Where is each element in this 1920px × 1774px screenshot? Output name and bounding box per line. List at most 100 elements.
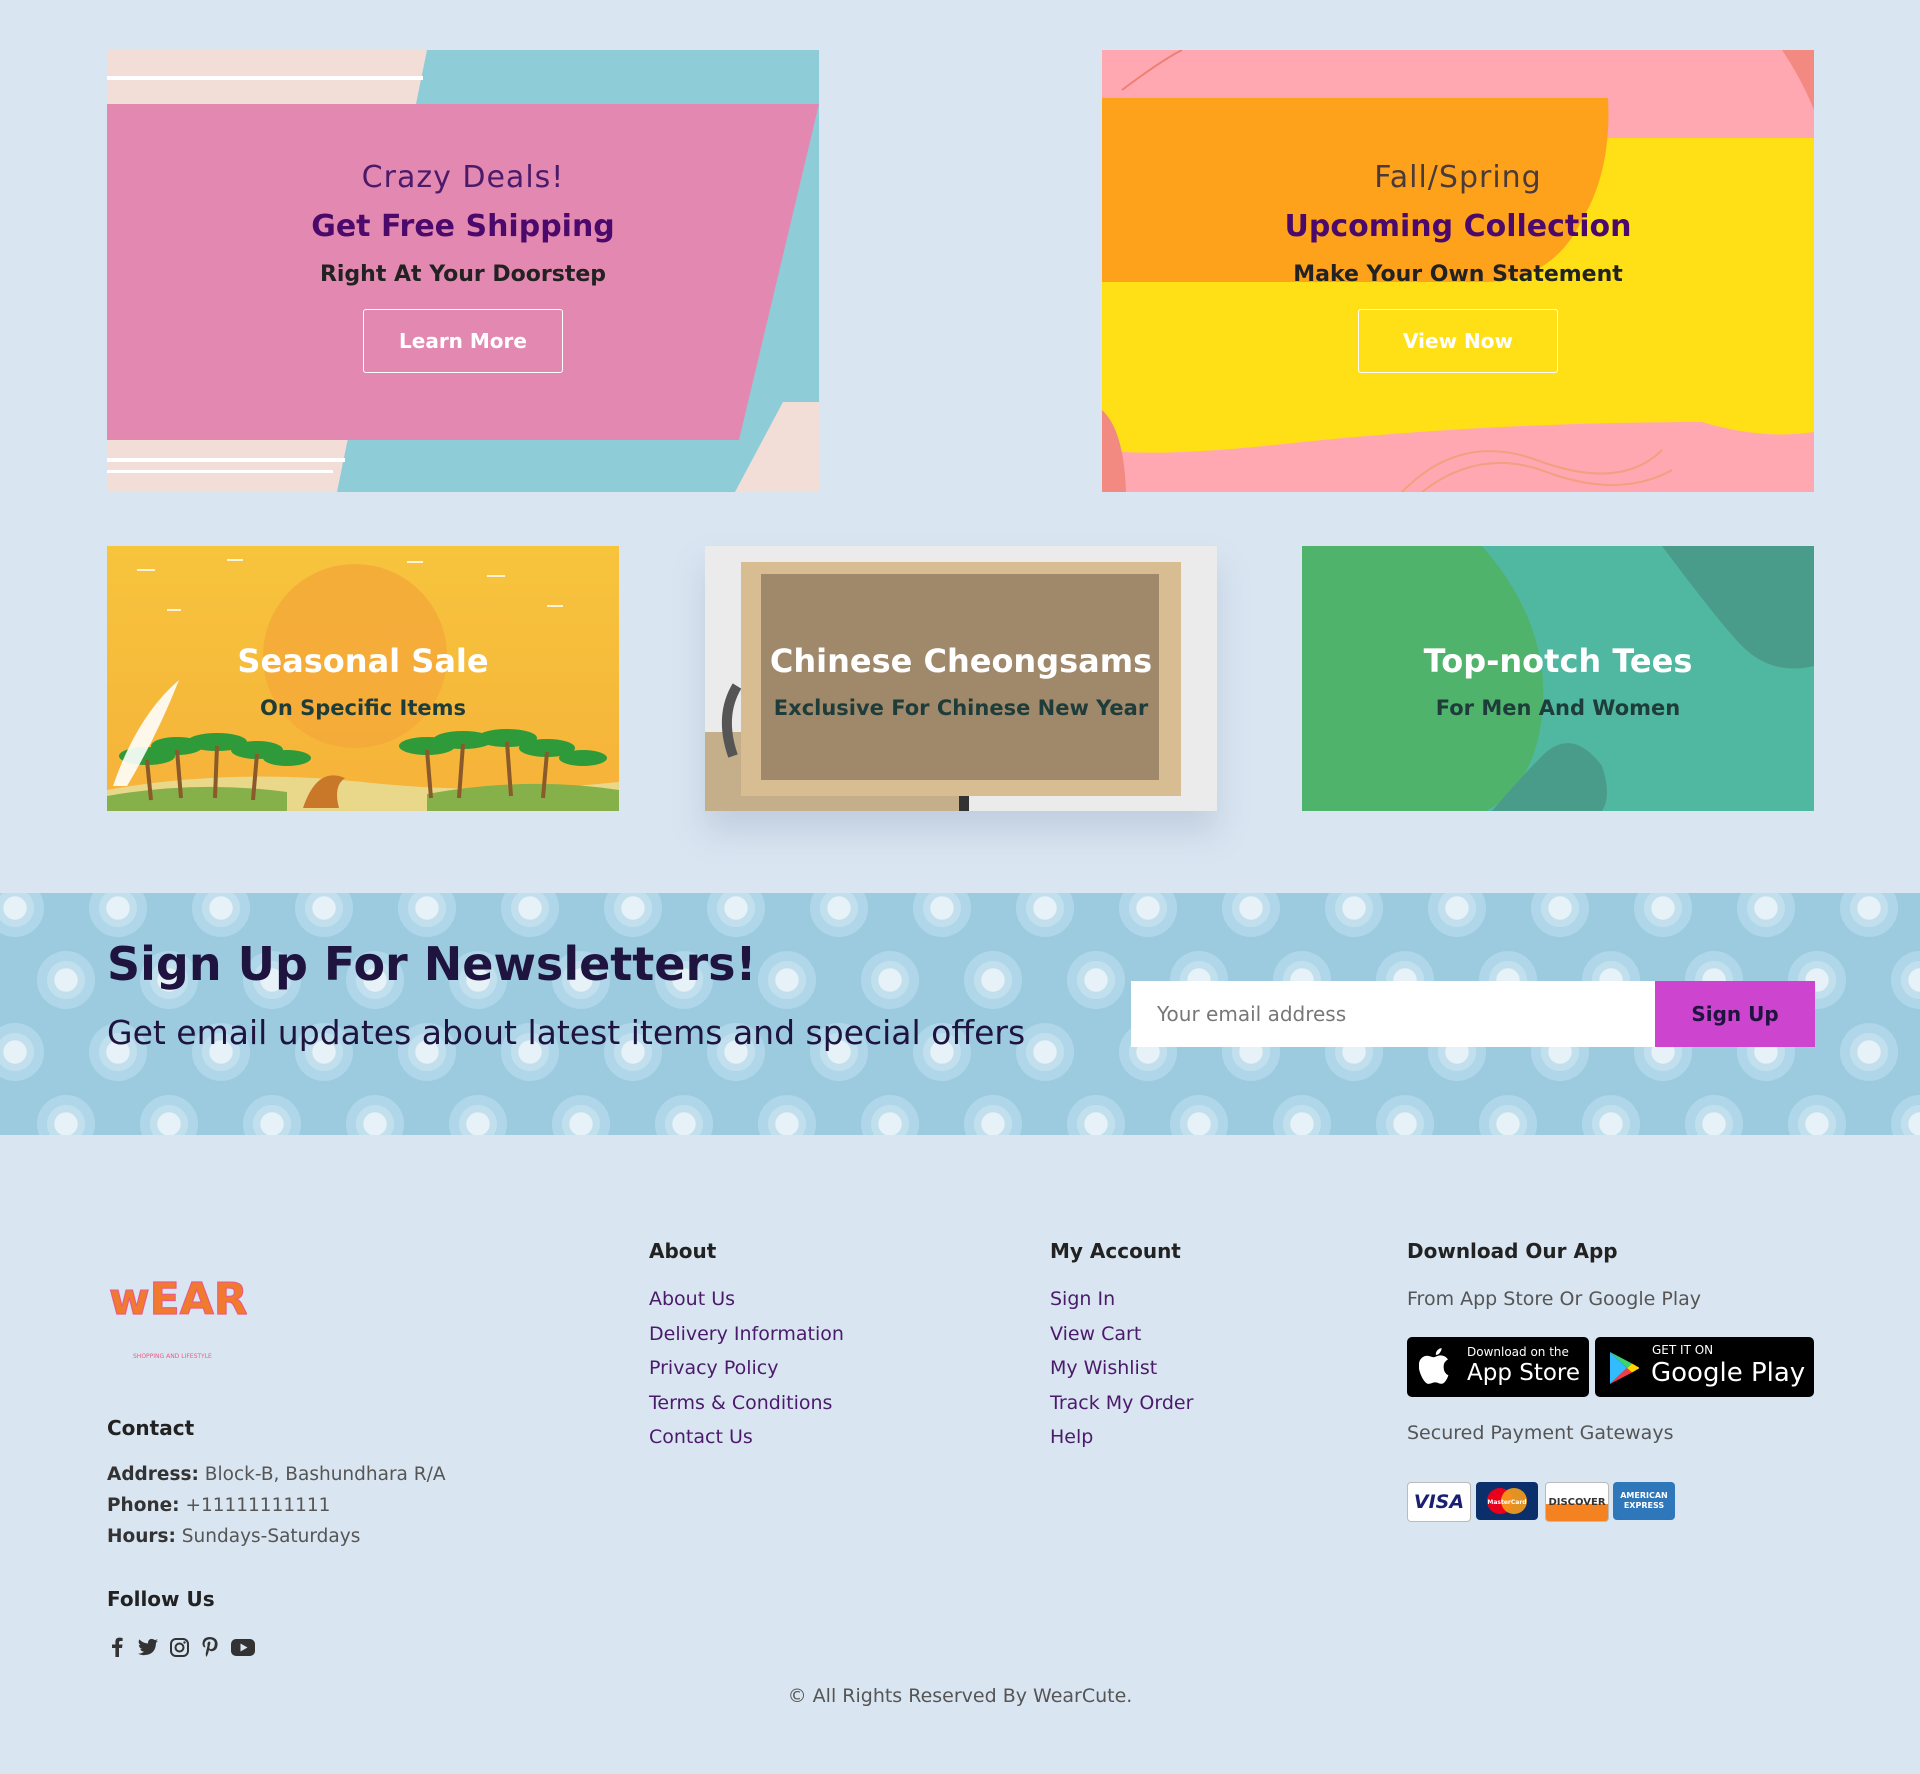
flower-pattern-tile: [758, 951, 816, 1009]
address-line: Address: Block-B, Bashundhara R/A: [107, 1459, 446, 1490]
about-links: About Us Delivery Information Privacy Po…: [649, 1282, 844, 1455]
instagram-icon[interactable]: [169, 1637, 189, 1657]
download-app-subtitle: From App Store Or Google Play: [1407, 1288, 1701, 1310]
phone-value: +11111111111: [185, 1495, 331, 1516]
banner-subtitle: Make Your Own Statement: [1293, 262, 1623, 287]
google-play-small-text: GET IT ON: [1652, 1343, 1714, 1357]
flower-pattern-tile: [1788, 1095, 1846, 1135]
track-my-order-link[interactable]: Track My Order: [1050, 1386, 1193, 1421]
flower-pattern-tile: [1840, 1023, 1898, 1081]
chinese-cheongsams-banner[interactable]: Chinese Cheongsams Exclusive For Chinese…: [705, 546, 1217, 811]
apple-icon: [1419, 1348, 1449, 1384]
upcoming-collection-banner: Fall/Spring Upcoming Collection Make You…: [1102, 50, 1814, 492]
app-store-badge[interactable]: Download on the App Store: [1407, 1337, 1589, 1397]
newsletter-section: Sign Up For Newsletters! Get email updat…: [0, 893, 1920, 1135]
flower-pattern-tile: [192, 893, 250, 937]
flower-pattern-tile: [707, 893, 765, 937]
banner-title: Chinese Cheongsams: [769, 642, 1153, 680]
contact-us-link[interactable]: Contact Us: [649, 1420, 844, 1455]
flower-pattern-tile: [1685, 1095, 1743, 1135]
sign-in-link[interactable]: Sign In: [1050, 1282, 1193, 1317]
banner-subtitle: For Men And Women: [1435, 696, 1681, 720]
contact-info: Address: Block-B, Bashundhara R/A Phone:…: [107, 1459, 446, 1552]
flower-pattern-tile: [37, 951, 95, 1009]
my-account-heading: My Account: [1050, 1239, 1181, 1263]
mastercard-icon: MasterCard: [1476, 1482, 1538, 1520]
flower-pattern-tile: [0, 893, 44, 937]
phone-label: Phone:: [107, 1495, 180, 1516]
banner-title: Upcoming Collection: [1284, 209, 1632, 244]
visa-icon: VISA: [1407, 1482, 1471, 1522]
about-heading: About: [649, 1239, 717, 1263]
top-notch-tees-banner[interactable]: Top-notch Tees For Men And Women: [1302, 546, 1814, 811]
pinterest-icon[interactable]: [200, 1637, 220, 1657]
flower-pattern-tile: [655, 1095, 713, 1135]
flower-pattern-tile: [1119, 893, 1177, 937]
flower-pattern-tile: [552, 1095, 610, 1135]
flower-pattern-tile: [861, 951, 919, 1009]
hours-label: Hours:: [107, 1526, 176, 1547]
flower-pattern-tile: [1428, 893, 1486, 937]
privacy-policy-link[interactable]: Privacy Policy: [649, 1351, 844, 1386]
flower-pattern-tile: [1325, 893, 1383, 937]
social-links: [107, 1637, 255, 1657]
view-now-button[interactable]: View Now: [1358, 309, 1558, 373]
flower-pattern-tile: [0, 1023, 44, 1081]
flower-pattern-tile: [1016, 893, 1074, 937]
google-play-big-text: Google Play: [1651, 1358, 1806, 1388]
flower-pattern-tile: [501, 893, 559, 937]
flower-pattern-tile: [1273, 1095, 1331, 1135]
app-store-small-text: Download on the: [1467, 1345, 1569, 1359]
google-play-badge[interactable]: GET IT ON Google Play: [1595, 1337, 1814, 1397]
view-cart-link[interactable]: View Cart: [1050, 1317, 1193, 1352]
free-shipping-banner: Crazy Deals! Get Free Shipping Right At …: [107, 50, 819, 492]
flower-pattern-tile: [1067, 1095, 1125, 1135]
flower-pattern-tile: [1840, 893, 1898, 937]
flower-pattern-tile: [1634, 893, 1692, 937]
terms-conditions-link[interactable]: Terms & Conditions: [649, 1386, 844, 1421]
mastercard-label: MasterCard: [1487, 1499, 1526, 1506]
banner-pretitle: Crazy Deals!: [361, 160, 565, 195]
mastercard-circles: MasterCard: [1487, 1488, 1527, 1514]
flower-pattern-tile: [1222, 893, 1280, 937]
flower-pattern-tile: [140, 1095, 198, 1135]
flower-pattern-tile: [37, 1095, 95, 1135]
address-label: Address:: [107, 1464, 199, 1485]
flower-pattern-tile: [243, 1095, 301, 1135]
flower-pattern-tile: [964, 1095, 1022, 1135]
account-links: Sign In View Cart My Wishlist Track My O…: [1050, 1282, 1193, 1455]
flower-pattern-tile: [913, 893, 971, 937]
download-app-heading: Download Our App: [1407, 1239, 1618, 1263]
seasonal-sale-banner[interactable]: Seasonal Sale On Specific Items: [107, 546, 619, 811]
flower-pattern-tile: [346, 1095, 404, 1135]
hours-value: Sundays-Saturdays: [181, 1526, 361, 1547]
about-us-link[interactable]: About Us: [649, 1282, 844, 1317]
twitter-icon[interactable]: [138, 1637, 158, 1657]
wearcute-logo[interactable]: wEAR CUTE SHOPPING AND LIFESTYLE: [107, 1270, 391, 1366]
flower-pattern-tile: [449, 1095, 507, 1135]
flower-pattern-tile: [1737, 893, 1795, 937]
newsletter-email-input[interactable]: [1131, 981, 1655, 1047]
logo-image: wEAR CUTE SHOPPING AND LIFESTYLE: [108, 1273, 391, 1360]
flower-pattern-tile: [398, 893, 456, 937]
facebook-icon[interactable]: [107, 1637, 127, 1657]
youtube-icon[interactable]: [231, 1637, 255, 1657]
my-wishlist-link[interactable]: My Wishlist: [1050, 1351, 1193, 1386]
learn-more-button[interactable]: Learn More: [363, 309, 563, 373]
flower-pattern-tile: [964, 951, 1022, 1009]
newsletter-subtitle: Get email updates about latest items and…: [107, 1013, 1026, 1052]
newsletter-title: Sign Up For Newsletters!: [107, 937, 757, 991]
flower-pattern-tile: [89, 893, 147, 937]
flower-pattern-tile: [1891, 951, 1920, 1009]
banner-subtitle: Exclusive For Chinese New Year: [773, 696, 1149, 720]
flower-pattern-tile: [1170, 1095, 1228, 1135]
delivery-information-link[interactable]: Delivery Information: [649, 1317, 844, 1352]
flower-pattern-tile: [1531, 893, 1589, 937]
newsletter-signup-button[interactable]: Sign Up: [1655, 981, 1815, 1047]
banner-title: Top-notch Tees: [1423, 642, 1693, 680]
banner-subtitle: Right At Your Doorstep: [319, 262, 607, 287]
flower-pattern-tile: [1479, 1095, 1537, 1135]
phone-line: Phone: +11111111111: [107, 1490, 446, 1521]
help-link[interactable]: Help: [1050, 1420, 1193, 1455]
banner-pretitle: Fall/Spring: [1374, 160, 1542, 195]
